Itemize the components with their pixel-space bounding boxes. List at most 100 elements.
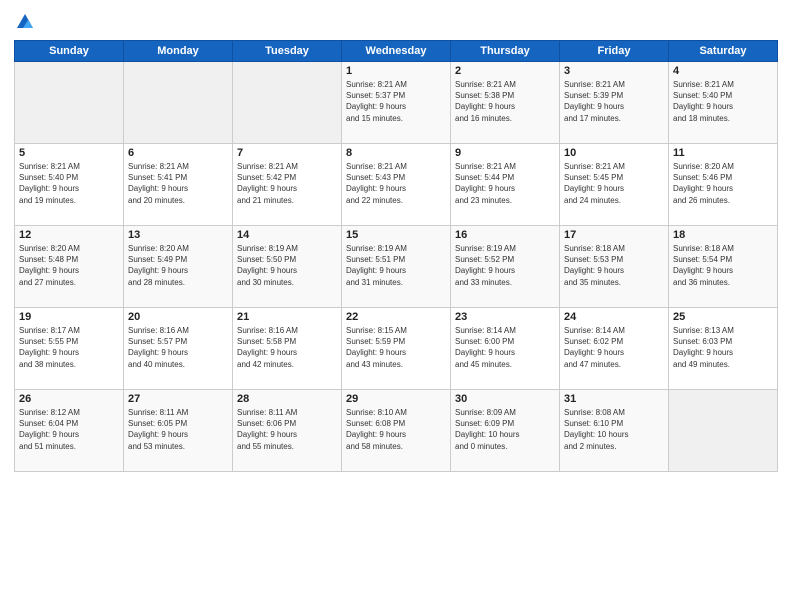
day-number: 14 xyxy=(237,229,337,241)
calendar-cell: 22 Sunrise: 8:15 AM Sunset: 5:59 PM Dayli… xyxy=(342,308,451,390)
calendar-week-row: 5 Sunrise: 8:21 AM Sunset: 5:40 PM Daylig… xyxy=(15,144,778,226)
day-number: 12 xyxy=(19,229,119,241)
day-info: Sunrise: 8:12 AM Sunset: 6:04 PM Dayligh… xyxy=(19,407,119,452)
day-number: 9 xyxy=(455,147,555,159)
day-number: 10 xyxy=(564,147,664,159)
day-number: 16 xyxy=(455,229,555,241)
day-number: 4 xyxy=(673,65,773,77)
calendar-cell: 2 Sunrise: 8:21 AM Sunset: 5:38 PM Daylig… xyxy=(451,62,560,144)
day-number: 6 xyxy=(128,147,228,159)
day-info: Sunrise: 8:10 AM Sunset: 6:08 PM Dayligh… xyxy=(346,407,446,452)
day-number: 17 xyxy=(564,229,664,241)
weekday-header: Saturday xyxy=(669,41,778,62)
day-number: 11 xyxy=(673,147,773,159)
calendar-week-row: 19 Sunrise: 8:17 AM Sunset: 5:55 PM Dayli… xyxy=(15,308,778,390)
calendar-table: SundayMondayTuesdayWednesdayThursdayFrid… xyxy=(14,40,778,472)
calendar-cell: 12 Sunrise: 8:20 AM Sunset: 5:48 PM Dayli… xyxy=(15,226,124,308)
day-number: 28 xyxy=(237,393,337,405)
calendar-week-row: 12 Sunrise: 8:20 AM Sunset: 5:48 PM Dayli… xyxy=(15,226,778,308)
day-info: Sunrise: 8:19 AM Sunset: 5:52 PM Dayligh… xyxy=(455,243,555,288)
day-info: Sunrise: 8:21 AM Sunset: 5:40 PM Dayligh… xyxy=(673,79,773,124)
weekday-header: Wednesday xyxy=(342,41,451,62)
calendar-cell: 1 Sunrise: 8:21 AM Sunset: 5:37 PM Daylig… xyxy=(342,62,451,144)
calendar-cell: 13 Sunrise: 8:20 AM Sunset: 5:49 PM Dayli… xyxy=(124,226,233,308)
day-info: Sunrise: 8:21 AM Sunset: 5:39 PM Dayligh… xyxy=(564,79,664,124)
day-info: Sunrise: 8:21 AM Sunset: 5:42 PM Dayligh… xyxy=(237,161,337,206)
logo-icon xyxy=(15,12,35,32)
weekday-header: Thursday xyxy=(451,41,560,62)
day-info: Sunrise: 8:21 AM Sunset: 5:38 PM Dayligh… xyxy=(455,79,555,124)
day-info: Sunrise: 8:11 AM Sunset: 6:05 PM Dayligh… xyxy=(128,407,228,452)
calendar-cell: 11 Sunrise: 8:20 AM Sunset: 5:46 PM Dayli… xyxy=(669,144,778,226)
day-info: Sunrise: 8:14 AM Sunset: 6:02 PM Dayligh… xyxy=(564,325,664,370)
calendar-cell: 26 Sunrise: 8:12 AM Sunset: 6:04 PM Dayli… xyxy=(15,390,124,472)
day-info: Sunrise: 8:09 AM Sunset: 6:09 PM Dayligh… xyxy=(455,407,555,452)
calendar-cell: 25 Sunrise: 8:13 AM Sunset: 6:03 PM Dayli… xyxy=(669,308,778,390)
calendar-cell: 31Sunrise: 8:08 AM Sunset: 6:10 PM Dayli… xyxy=(560,390,669,472)
calendar-cell: 6 Sunrise: 8:21 AM Sunset: 5:41 PM Daylig… xyxy=(124,144,233,226)
day-number: 21 xyxy=(237,311,337,323)
calendar-cell: 19 Sunrise: 8:17 AM Sunset: 5:55 PM Dayli… xyxy=(15,308,124,390)
day-number: 13 xyxy=(128,229,228,241)
day-number: 18 xyxy=(673,229,773,241)
day-info: Sunrise: 8:08 AM Sunset: 6:10 PM Dayligh… xyxy=(564,407,664,452)
day-info: Sunrise: 8:19 AM Sunset: 5:51 PM Dayligh… xyxy=(346,243,446,288)
day-info: Sunrise: 8:21 AM Sunset: 5:41 PM Dayligh… xyxy=(128,161,228,206)
calendar-cell xyxy=(669,390,778,472)
day-number: 22 xyxy=(346,311,446,323)
day-number: 8 xyxy=(346,147,446,159)
calendar-cell: 20 Sunrise: 8:16 AM Sunset: 5:57 PM Dayli… xyxy=(124,308,233,390)
calendar-cell: 27 Sunrise: 8:11 AM Sunset: 6:05 PM Dayli… xyxy=(124,390,233,472)
day-info: Sunrise: 8:16 AM Sunset: 5:58 PM Dayligh… xyxy=(237,325,337,370)
day-info: Sunrise: 8:20 AM Sunset: 5:46 PM Dayligh… xyxy=(673,161,773,206)
calendar-week-row: 1 Sunrise: 8:21 AM Sunset: 5:37 PM Daylig… xyxy=(15,62,778,144)
calendar-cell: 3 Sunrise: 8:21 AM Sunset: 5:39 PM Daylig… xyxy=(560,62,669,144)
calendar-cell: 14Sunrise: 8:19 AM Sunset: 5:50 PM Dayli… xyxy=(233,226,342,308)
day-info: Sunrise: 8:21 AM Sunset: 5:37 PM Dayligh… xyxy=(346,79,446,124)
day-number: 30 xyxy=(455,393,555,405)
calendar-cell: 17 Sunrise: 8:18 AM Sunset: 5:53 PM Dayli… xyxy=(560,226,669,308)
day-info: Sunrise: 8:13 AM Sunset: 6:03 PM Dayligh… xyxy=(673,325,773,370)
day-info: Sunrise: 8:20 AM Sunset: 5:48 PM Dayligh… xyxy=(19,243,119,288)
calendar-cell: 24Sunrise: 8:14 AM Sunset: 6:02 PM Dayli… xyxy=(560,308,669,390)
day-info: Sunrise: 8:20 AM Sunset: 5:49 PM Dayligh… xyxy=(128,243,228,288)
day-info: Sunrise: 8:17 AM Sunset: 5:55 PM Dayligh… xyxy=(19,325,119,370)
day-number: 27 xyxy=(128,393,228,405)
calendar-cell: 15Sunrise: 8:19 AM Sunset: 5:51 PM Dayli… xyxy=(342,226,451,308)
day-number: 7 xyxy=(237,147,337,159)
calendar-cell: 4 Sunrise: 8:21 AM Sunset: 5:40 PM Daylig… xyxy=(669,62,778,144)
logo-block xyxy=(14,12,35,32)
page-container: SundayMondayTuesdayWednesdayThursdayFrid… xyxy=(0,0,792,612)
day-number: 3 xyxy=(564,65,664,77)
calendar-cell: 30 Sunrise: 8:09 AM Sunset: 6:09 PM Dayli… xyxy=(451,390,560,472)
day-number: 5 xyxy=(19,147,119,159)
day-info: Sunrise: 8:14 AM Sunset: 6:00 PM Dayligh… xyxy=(455,325,555,370)
calendar-cell: 21 Sunrise: 8:16 AM Sunset: 5:58 PM Dayli… xyxy=(233,308,342,390)
day-info: Sunrise: 8:18 AM Sunset: 5:53 PM Dayligh… xyxy=(564,243,664,288)
day-number: 29 xyxy=(346,393,446,405)
calendar-cell: 23 Sunrise: 8:14 AM Sunset: 6:00 PM Dayli… xyxy=(451,308,560,390)
calendar-cell: 5 Sunrise: 8:21 AM Sunset: 5:40 PM Daylig… xyxy=(15,144,124,226)
header xyxy=(14,12,778,32)
weekday-header-row: SundayMondayTuesdayWednesdayThursdayFrid… xyxy=(15,41,778,62)
day-number: 1 xyxy=(346,65,446,77)
day-info: Sunrise: 8:21 AM Sunset: 5:43 PM Dayligh… xyxy=(346,161,446,206)
day-number: 2 xyxy=(455,65,555,77)
day-info: Sunrise: 8:21 AM Sunset: 5:40 PM Dayligh… xyxy=(19,161,119,206)
day-number: 26 xyxy=(19,393,119,405)
calendar-cell xyxy=(233,62,342,144)
logo xyxy=(14,12,35,32)
day-number: 19 xyxy=(19,311,119,323)
day-info: Sunrise: 8:15 AM Sunset: 5:59 PM Dayligh… xyxy=(346,325,446,370)
calendar-cell xyxy=(124,62,233,144)
day-info: Sunrise: 8:16 AM Sunset: 5:57 PM Dayligh… xyxy=(128,325,228,370)
weekday-header: Tuesday xyxy=(233,41,342,62)
weekday-header: Monday xyxy=(124,41,233,62)
day-number: 23 xyxy=(455,311,555,323)
weekday-header: Sunday xyxy=(15,41,124,62)
day-info: Sunrise: 8:11 AM Sunset: 6:06 PM Dayligh… xyxy=(237,407,337,452)
calendar-cell: 9Sunrise: 8:21 AM Sunset: 5:44 PM Daylig… xyxy=(451,144,560,226)
day-info: Sunrise: 8:18 AM Sunset: 5:54 PM Dayligh… xyxy=(673,243,773,288)
day-number: 25 xyxy=(673,311,773,323)
day-number: 20 xyxy=(128,311,228,323)
